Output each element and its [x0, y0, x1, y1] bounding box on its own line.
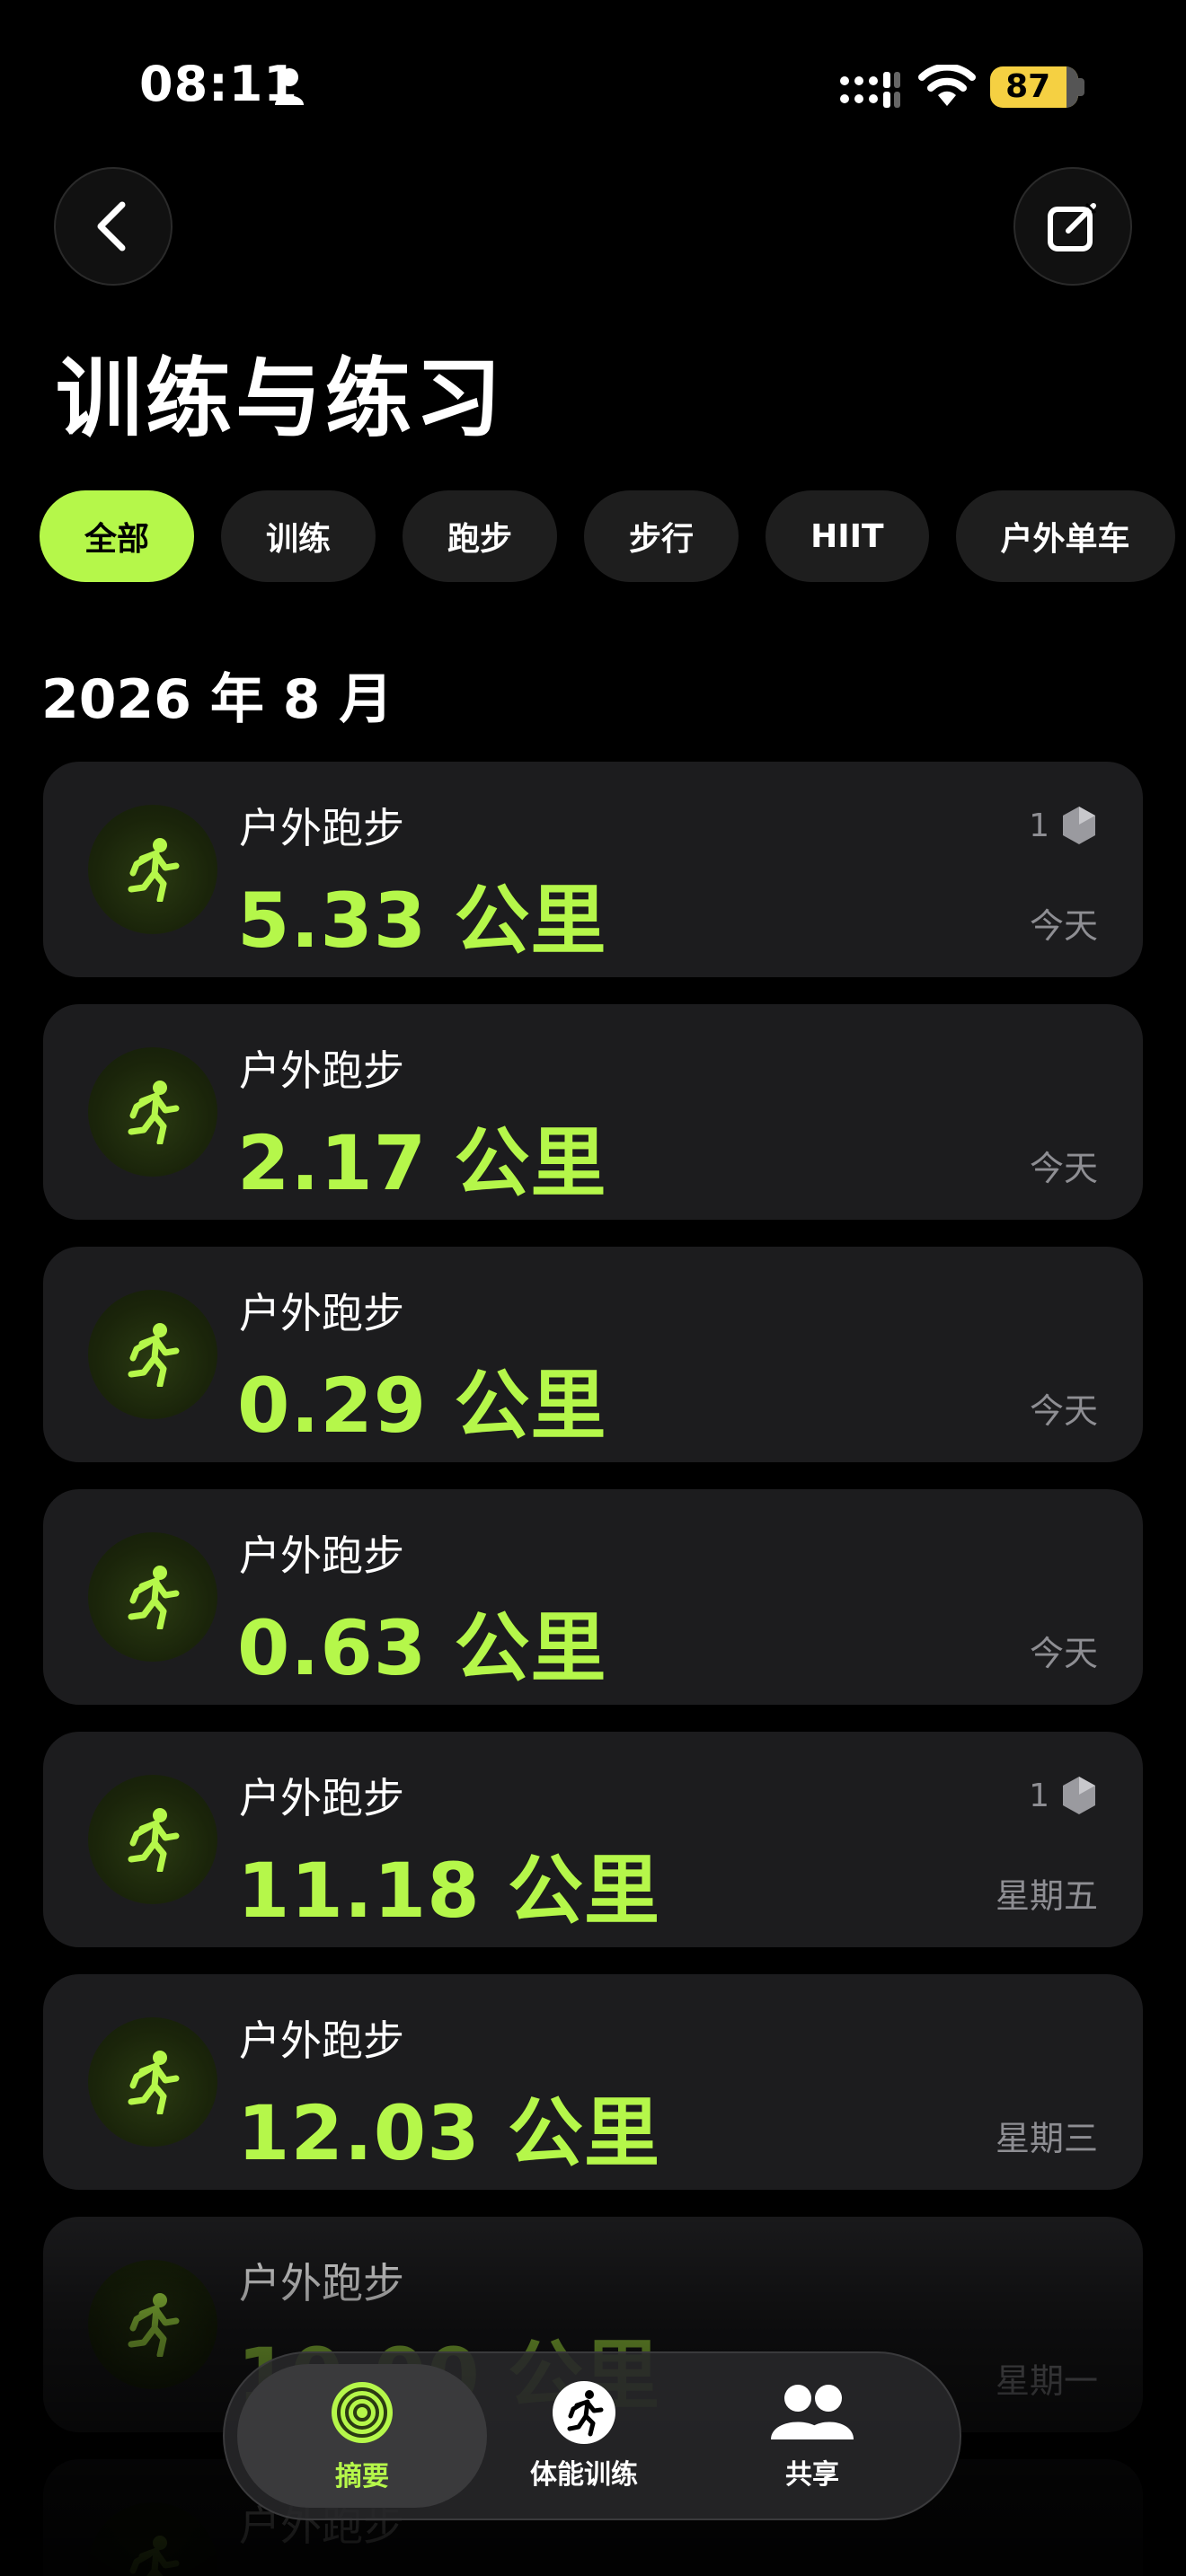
edit-button[interactable] — [1013, 167, 1132, 286]
month-heading: 2026 年 8 月 — [41, 668, 394, 731]
workout-card[interactable]: 户外跑步 0.29 公里 今天 — [43, 1247, 1143, 1462]
battery-indicator: 87 — [990, 66, 1078, 108]
workout-title: 户外跑步 — [239, 2016, 404, 2065]
hexagon-award-icon — [1063, 1777, 1095, 1814]
runner-icon — [553, 2381, 615, 2444]
workout-card[interactable]: 户外跑步 11.18 公里 1 星期五 — [43, 1732, 1143, 1947]
tab-fitness-training[interactable]: 体能训练 — [467, 2364, 701, 2508]
workout-title: 户外跑步 — [239, 1774, 404, 1822]
workout-day: 今天 — [1029, 1391, 1098, 1431]
person-icon — [275, 68, 304, 105]
filter-chip-all[interactable]: 全部 — [40, 490, 195, 582]
filter-chip-walking[interactable]: 步行 — [584, 490, 739, 582]
runner-icon — [88, 2260, 217, 2389]
workout-distance: 5.33 公里 — [237, 877, 607, 965]
back-button[interactable] — [54, 167, 173, 286]
hexagon-award-icon — [1063, 807, 1095, 844]
cellular-signal-icon — [840, 72, 900, 108]
filter-chip-outdoor-cycle[interactable]: 户外单车 — [955, 490, 1175, 582]
workout-card[interactable]: 户外跑步 12.03 公里 星期三 — [43, 1974, 1143, 2190]
rings-icon — [332, 2382, 393, 2443]
workout-title: 户外跑步 — [239, 1289, 404, 1337]
workout-distance: 0.29 公里 — [237, 1362, 607, 1450]
workout-card[interactable]: 户外跑步 2.17 公里 今天 — [43, 1004, 1143, 1220]
wifi-icon — [918, 65, 976, 106]
tab-sharing[interactable]: 共享 — [695, 2364, 929, 2508]
tab-bar: 摘要 体能训练 共享 — [223, 2351, 961, 2520]
workout-day: 星期一 — [995, 2361, 1098, 2401]
workout-title: 户外跑步 — [239, 2259, 404, 2307]
filter-chip-running[interactable]: 跑步 — [403, 490, 558, 582]
runner-icon — [88, 1290, 217, 1419]
workout-card[interactable]: 户外跑步 0.63 公里 今天 — [43, 1489, 1143, 1705]
filter-chip-hiit[interactable]: HIIT — [766, 490, 929, 582]
workout-day: 星期五 — [995, 1876, 1098, 1916]
chevron-left-icon — [97, 201, 126, 251]
award-count: 1 — [1029, 1777, 1049, 1814]
workout-distance: 0.63 公里 — [237, 1604, 607, 1692]
tab-label: 摘要 — [335, 2461, 389, 2492]
runner-icon — [88, 2502, 217, 2576]
status-bar: 08:11 87 — [0, 0, 1186, 171]
workout-distance: 12.03 公里 — [237, 2089, 660, 2177]
runner-icon — [88, 1532, 217, 1662]
workout-day: 今天 — [1029, 906, 1098, 946]
workout-title: 户外跑步 — [239, 1531, 404, 1580]
workout-list: 户外跑步 5.33 公里 1 今天 户外跑步 2.17 公里 今天 户外跑步 0… — [43, 762, 1143, 2576]
filter-chip-training[interactable]: 训练 — [221, 490, 376, 582]
workout-day: 今天 — [1029, 1149, 1098, 1188]
award-badge: 1 — [1029, 805, 1098, 846]
people-icon — [771, 2385, 854, 2439]
battery-tip — [1078, 78, 1084, 96]
runner-icon — [88, 1047, 217, 1177]
runner-icon — [88, 805, 217, 934]
tab-label: 体能训练 — [530, 2459, 638, 2491]
compose-icon — [1048, 202, 1097, 251]
filter-chips: 全部 训练 跑步 步行 HIIT 户外单车 — [40, 490, 1175, 582]
workout-title: 户外跑步 — [239, 804, 404, 852]
battery-empty-portion — [1067, 66, 1078, 108]
award-count: 1 — [1029, 807, 1049, 844]
workout-day: 今天 — [1029, 1634, 1098, 1673]
runner-icon — [88, 2017, 217, 2147]
tab-summary[interactable]: 摘要 — [237, 2364, 487, 2508]
page-title: 训练与练习 — [56, 348, 505, 449]
battery-percentage: 87 — [1005, 68, 1051, 105]
workouts-screen: 08:11 87 训练与练习 全部 训练 跑步 步行 HIIT 户外单车 202… — [0, 0, 1186, 2576]
workout-title: 户外跑步 — [239, 1046, 404, 1095]
workout-day: 星期三 — [995, 2119, 1098, 2158]
tab-label: 共享 — [785, 2459, 839, 2491]
workout-distance: 11.18 公里 — [237, 1847, 660, 1935]
workout-distance: 2.17 公里 — [237, 1119, 607, 1207]
runner-icon — [88, 1775, 217, 1904]
award-badge: 1 — [1029, 1775, 1098, 1816]
workout-card[interactable]: 户外跑步 5.33 公里 1 今天 — [43, 762, 1143, 977]
